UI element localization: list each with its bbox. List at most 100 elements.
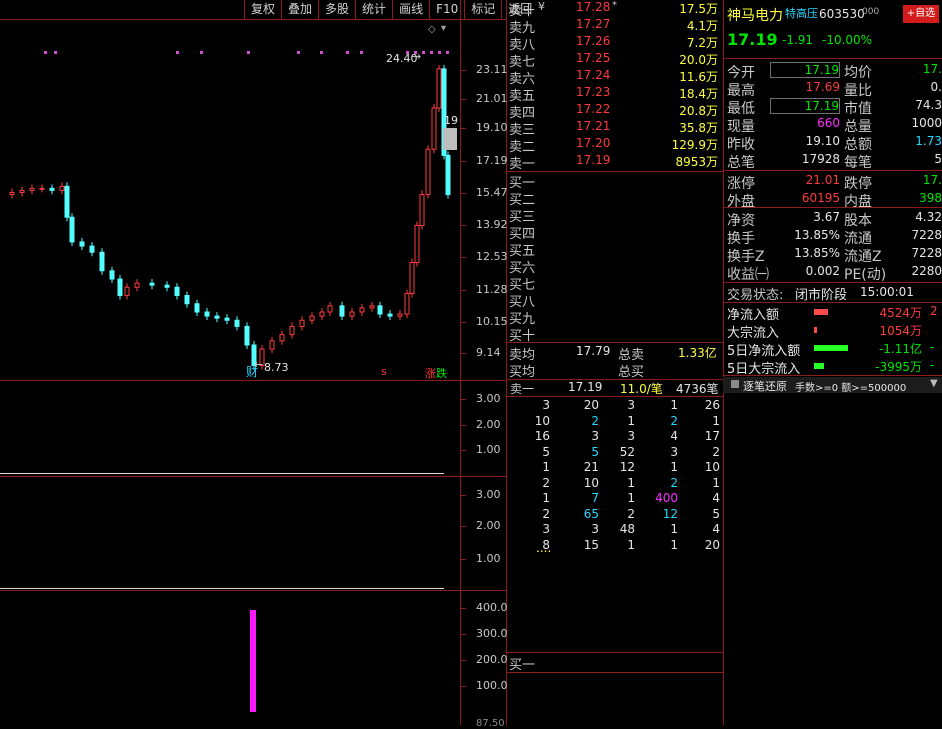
- tick-cell: 10: [704, 460, 720, 474]
- flow-label: 5日大宗流入: [727, 362, 801, 377]
- tick-filter-icon[interactable]: [731, 380, 739, 388]
- tick-cell: 5: [712, 506, 720, 521]
- toolbar-item[interactable]: 画线: [392, 0, 429, 19]
- toolbar-item[interactable]: 标记: [464, 0, 501, 19]
- buy-order-row[interactable]: 买四: [508, 223, 722, 242]
- sell-volume: 8953万: [675, 155, 718, 169]
- sell-price: 17.28: [576, 0, 611, 14]
- chevron-down-icon[interactable]: ▼: [930, 378, 938, 389]
- candle: [234, 319, 240, 327]
- ticks-bottom-label: 买一: [509, 658, 536, 673]
- tick-row: 2 65 2 12 5: [508, 507, 722, 522]
- sell-order-row[interactable]: 卖三 17.21 35.8万: [508, 119, 722, 138]
- tick-cell: 1: [712, 475, 720, 490]
- sell-order-row[interactable]: 卖八 17.26 7.2万: [508, 34, 722, 53]
- diamond-icon[interactable]: ◇: [428, 24, 436, 35]
- sell-price: 17.25: [576, 51, 611, 65]
- y-tick-label: 11.28: [476, 283, 508, 296]
- sell-order-row[interactable]: 卖七 17.25 20.0万: [508, 51, 722, 70]
- sell-volume: 129.9万: [671, 138, 718, 152]
- flow-bar: [814, 363, 824, 369]
- tick-row: 3 3 48 1 4: [508, 522, 722, 537]
- s-marker[interactable]: s: [381, 365, 387, 378]
- sell-order-row[interactable]: 卖十 ¥17.28 * 17.5万: [508, 0, 722, 19]
- signal-dot: [44, 51, 47, 54]
- quote-value: 13.85%: [794, 246, 840, 260]
- trade-status-label: 交易状态:: [727, 288, 784, 303]
- candle: [117, 278, 123, 297]
- add-watchlist-button[interactable]: +自选: [903, 5, 939, 23]
- quote-label: 今开: [727, 65, 755, 81]
- flow-bar: [814, 345, 848, 351]
- sell-order-row[interactable]: 卖四 17.22 20.8万: [508, 102, 722, 121]
- candle: [39, 187, 45, 190]
- toolbar-item[interactable]: 复权: [244, 0, 281, 19]
- candle: [409, 262, 415, 294]
- y-tick-label: 1.00: [476, 552, 501, 565]
- buy-order-row[interactable]: 买三: [508, 206, 722, 225]
- quote-label: 均价: [844, 65, 872, 81]
- buy-avg-label: 买均: [509, 365, 536, 380]
- candle: [414, 224, 420, 264]
- sell-order-row[interactable]: 卖九 17.27 4.1万: [508, 17, 722, 36]
- flow-label: 净流入额: [727, 308, 780, 323]
- sell-price: 17.27: [576, 17, 611, 31]
- toolbar-item[interactable]: 叠加: [281, 0, 318, 19]
- chevron-down-icon[interactable]: ▾: [441, 23, 446, 34]
- buy-order-row[interactable]: 买二: [508, 189, 722, 208]
- quote-label: 最低: [727, 101, 755, 117]
- toolbar-item[interactable]: F10: [429, 0, 464, 19]
- ticks-header-per: 11.0/笔: [620, 382, 663, 396]
- candle: [445, 154, 451, 196]
- candle: [194, 303, 200, 313]
- candle: [184, 295, 190, 305]
- tick-filter-criteria[interactable]: 手数>=0 额>=500000: [795, 379, 906, 394]
- kline-chart[interactable]: [0, 20, 460, 380]
- buy-order-row[interactable]: 买六: [508, 257, 722, 276]
- ticks-more: ....: [536, 541, 552, 555]
- signal-dot: [200, 51, 203, 54]
- candle: [425, 148, 431, 196]
- y-tick-mark: [460, 425, 466, 426]
- chart-toolbar: 复权 叠加 多股 统计 画线 F10 标记 返回: [244, 0, 538, 19]
- buy-order-row[interactable]: 买一: [508, 172, 722, 191]
- quote-value: 2280: [911, 264, 942, 278]
- buy-order-row[interactable]: 买五: [508, 240, 722, 259]
- cursor-price-label: 19: [444, 114, 458, 127]
- flow-extra: -: [930, 358, 935, 372]
- candle: [349, 311, 355, 317]
- sell-order-row[interactable]: 卖五 17.23 18.4万: [508, 85, 722, 104]
- quote-value: 74.3: [915, 98, 942, 112]
- sell-order-row[interactable]: 卖一 17.19 8953万: [508, 153, 722, 172]
- sub1-bottom-line: [0, 476, 506, 477]
- candle: [419, 194, 425, 226]
- buy-order-row[interactable]: 买七: [508, 274, 722, 293]
- stock-name: 神马电力: [727, 8, 783, 24]
- candle: [89, 245, 95, 253]
- candle: [397, 313, 403, 317]
- quote-label: 现量: [727, 119, 755, 135]
- y-tick-label: 19.10: [476, 121, 508, 134]
- buy-order-row[interactable]: 买十: [508, 325, 722, 344]
- toolbar-item[interactable]: 统计: [355, 0, 392, 19]
- buy-order-row[interactable]: 买八: [508, 291, 722, 310]
- limit-marker[interactable]: 涨跌: [425, 365, 447, 381]
- candle: [64, 185, 70, 218]
- sell-price: 17.21: [576, 119, 611, 133]
- sell-price: 17.19: [576, 153, 611, 167]
- tick-cell: 1: [712, 413, 720, 428]
- quote-divider-3: [723, 207, 942, 208]
- sell-order-row[interactable]: 卖二 17.20 129.9万: [508, 136, 722, 155]
- quote-label: 每笔: [844, 155, 872, 171]
- candle: [214, 315, 220, 319]
- finance-marker[interactable]: 财: [246, 363, 258, 380]
- toolbar-item[interactable]: 多股: [318, 0, 355, 19]
- sell-order-row[interactable]: 卖六 17.24 11.6万: [508, 68, 722, 87]
- sell-price: 17.26: [576, 34, 611, 48]
- quote-value: 0.002: [805, 264, 840, 278]
- buy-order-row[interactable]: 买九: [508, 308, 722, 327]
- quote-label: 昨收: [727, 137, 755, 153]
- chart-right-border: [506, 0, 507, 725]
- stock-tag[interactable]: 特高压: [785, 5, 818, 21]
- sell-level-extra: ¥: [538, 0, 545, 13]
